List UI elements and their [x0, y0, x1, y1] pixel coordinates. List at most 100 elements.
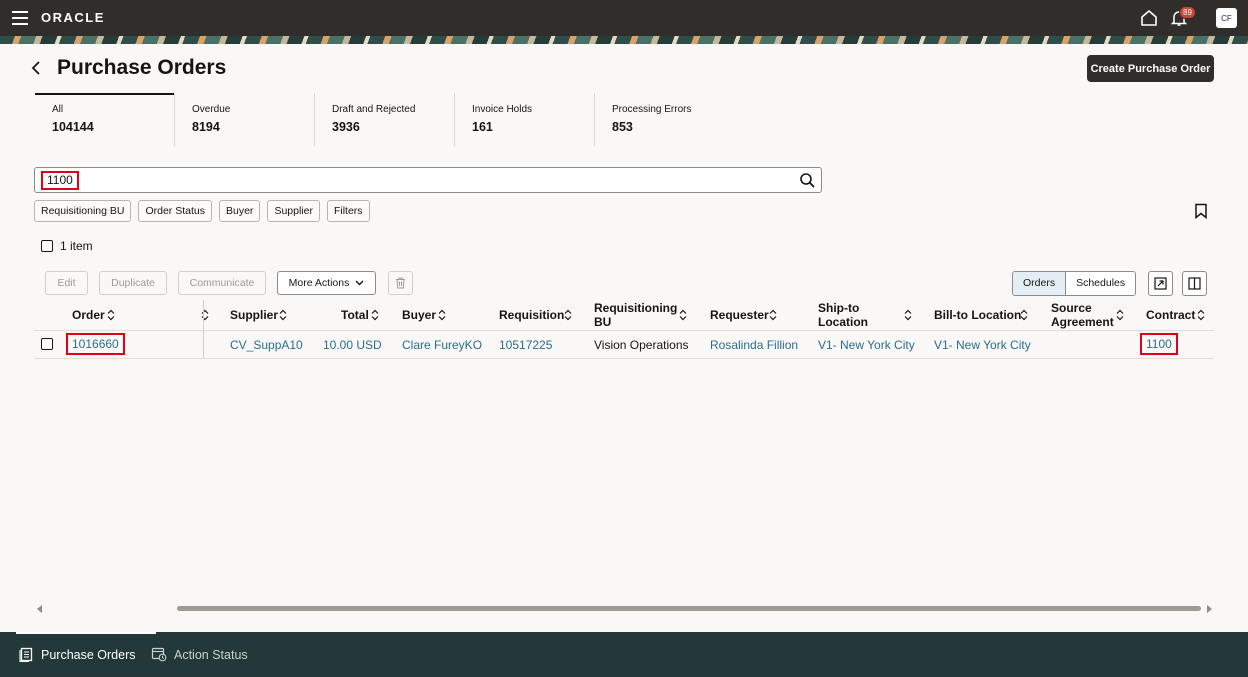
tile-label: Invoice Holds [472, 104, 533, 115]
column-header-requester[interactable]: Requester [710, 308, 769, 322]
column-header-requisitioning-bu[interactable]: Requisitioning BU [594, 301, 677, 329]
create-purchase-order-button[interactable]: Create Purchase Order [1087, 55, 1214, 82]
sort-icon[interactable] [371, 309, 379, 321]
selection-count: 1 item [60, 239, 93, 253]
user-avatar[interactable]: CF [1216, 8, 1237, 28]
bill-to-location-link[interactable]: V1- New York City [934, 338, 1031, 352]
tile-invoice-holds[interactable]: Invoice Holds 161 [455, 93, 595, 146]
tile-all[interactable]: All 104144 [35, 93, 175, 146]
ship-to-location-link[interactable]: V1- New York City [818, 338, 915, 352]
total-link[interactable]: 10.00 USD [323, 338, 382, 352]
filter-supplier[interactable]: Supplier [267, 200, 320, 222]
header-line: Source [1051, 301, 1092, 315]
communicate-button[interactable]: Communicate [178, 271, 266, 295]
sort-icon[interactable] [1020, 309, 1028, 321]
tile-label: Processing Errors [612, 104, 692, 115]
header-line: Location [818, 315, 868, 329]
column-header-source-agreement[interactable]: Source Agreement [1051, 301, 1114, 329]
column-header-bill-to-location[interactable]: Bill-to Location [934, 308, 1021, 322]
sort-icon[interactable] [1197, 309, 1205, 321]
tile-value: 3936 [332, 120, 360, 134]
tile-value: 161 [472, 120, 493, 134]
sort-icon[interactable] [107, 309, 115, 321]
decorative-banner [0, 36, 1248, 44]
scroll-left-arrow[interactable] [37, 605, 42, 613]
export-icon [1154, 277, 1167, 290]
column-header-supplier[interactable]: Supplier [230, 308, 278, 322]
document-icon [19, 647, 33, 662]
sort-icon[interactable] [904, 309, 912, 321]
search-input[interactable]: 1100 [34, 167, 822, 193]
filter-chips: Requisitioning BU Order Status Buyer Sup… [34, 200, 370, 222]
select-all-checkbox[interactable] [41, 240, 53, 252]
order-number-link[interactable]: 1016660 [66, 333, 125, 355]
column-header-requisition[interactable]: Requisition [499, 308, 564, 322]
sort-icon[interactable] [769, 309, 777, 321]
filter-buyer[interactable]: Buyer [219, 200, 261, 222]
column-header-buyer[interactable]: Buyer [402, 308, 436, 322]
supplier-link[interactable]: CV_SuppA10 [230, 338, 303, 352]
view-switcher: Orders Schedules [1012, 271, 1137, 296]
back-button[interactable] [30, 60, 46, 78]
search-keyword-chip[interactable]: 1100 [41, 171, 79, 190]
column-header-total[interactable]: Total [341, 308, 369, 322]
contract-link[interactable]: 1100 [1140, 333, 1178, 355]
requester-link[interactable]: Rosalinda Fillion [710, 338, 798, 352]
filter-order-status[interactable]: Order Status [138, 200, 212, 222]
sort-icon[interactable] [564, 309, 572, 321]
sort-icon[interactable] [438, 309, 446, 321]
requisitioning-bu-value: Vision Operations [594, 338, 689, 352]
header-divider [34, 330, 1214, 331]
column-layout-button[interactable] [1182, 271, 1207, 296]
row-checkbox[interactable] [41, 338, 53, 350]
bookmark-icon[interactable] [1194, 203, 1208, 219]
page-title: Purchase Orders [57, 56, 227, 79]
home-icon[interactable] [1140, 9, 1158, 27]
requisition-link[interactable]: 10517225 [499, 338, 552, 352]
header-line: Requisitioning [594, 301, 678, 315]
delete-button[interactable] [388, 271, 413, 295]
scroll-right-arrow[interactable] [1207, 605, 1212, 613]
buyer-link[interactable]: Clare FureyKO [402, 338, 482, 352]
column-header-ship-to-location[interactable]: Ship-to Location [818, 301, 868, 329]
tile-draft-rejected[interactable]: Draft and Rejected 3936 [315, 93, 455, 146]
sort-icon[interactable] [679, 309, 687, 321]
edit-button[interactable]: Edit [45, 271, 88, 295]
view-orders-toggle[interactable]: Orders [1013, 272, 1067, 295]
tile-value: 853 [612, 120, 633, 134]
tile-label: Draft and Rejected [332, 104, 416, 115]
column-header-contract[interactable]: Contract [1146, 308, 1195, 322]
header-line: Agreement [1051, 315, 1114, 329]
tab-purchase-orders[interactable]: Purchase Orders [15, 632, 158, 677]
more-actions-button[interactable]: More Actions [277, 271, 376, 295]
header-line: Ship-to [818, 301, 860, 315]
column-header-order[interactable]: Order [72, 308, 105, 322]
select-all-row: 1 item [41, 239, 93, 253]
more-actions-label: More Actions [288, 277, 350, 289]
tile-value: 8194 [192, 120, 220, 134]
oracle-logo: ORACLE [41, 10, 105, 25]
columns-icon [1188, 277, 1201, 290]
export-button[interactable] [1148, 271, 1173, 296]
view-schedules-toggle[interactable]: Schedules [1066, 272, 1136, 295]
tile-label: All [52, 104, 64, 115]
trash-icon [396, 277, 405, 289]
filter-requisitioning-bu[interactable]: Requisitioning BU [34, 200, 132, 222]
search-icon[interactable] [799, 172, 816, 189]
sort-icon[interactable] [279, 309, 287, 321]
tile-value: 104144 [52, 120, 94, 134]
tile-processing-errors[interactable]: Processing Errors 853 [595, 93, 735, 146]
menu-icon[interactable] [12, 11, 28, 25]
scroll-thumb[interactable] [177, 606, 1201, 611]
duplicate-button[interactable]: Duplicate [99, 271, 167, 295]
filter-more-filters[interactable]: Filters [326, 200, 370, 222]
tab-action-status[interactable]: Action Status [151, 632, 248, 677]
chevron-down-icon [355, 280, 364, 286]
header-line: BU [594, 315, 612, 329]
row-divider [34, 358, 1214, 359]
tile-overdue[interactable]: Overdue 8194 [175, 93, 315, 146]
summary-tiles: All 104144 Overdue 8194 Draft and Reject… [35, 93, 735, 146]
sort-icon[interactable] [1116, 309, 1124, 321]
horizontal-scrollbar[interactable] [34, 603, 1214, 615]
tab-label: Purchase Orders [41, 647, 136, 662]
